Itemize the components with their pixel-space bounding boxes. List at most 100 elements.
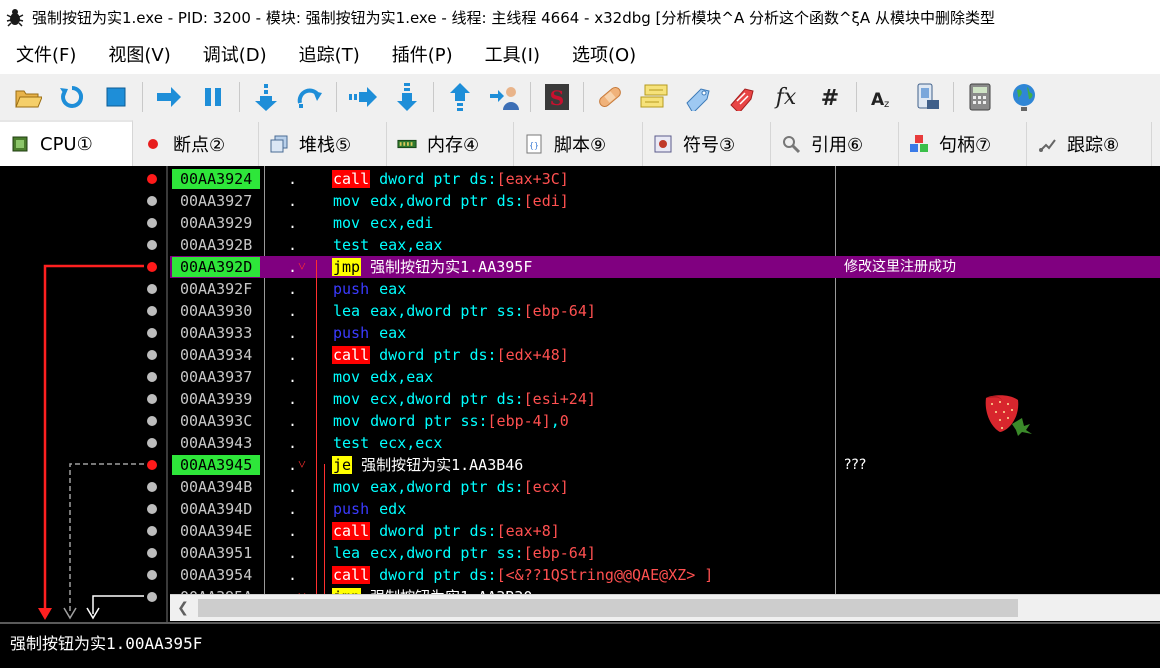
disassembly-row[interactable]: 00AA3934. call dword ptr ds:[edx+48] xyxy=(170,344,1160,366)
disassembly-row[interactable]: 00AA3951. lea ecx,dword ptr ss:[ebp-64] xyxy=(170,542,1160,564)
label-icon[interactable] xyxy=(682,81,714,113)
open-icon[interactable] xyxy=(12,81,44,113)
horizontal-scrollbar[interactable]: ❮ xyxy=(170,594,1160,621)
breakpoint-slot[interactable] xyxy=(147,416,157,426)
operand: ds: xyxy=(496,192,524,210)
disassembly-row[interactable]: 00AA392D. ˅ jmp 强制按钮为实1.AA395F 修改这里注册成功 xyxy=(170,256,1160,278)
instruction-marker: . xyxy=(288,390,298,408)
trace-into-icon[interactable] xyxy=(347,81,379,113)
operand: edx,eax xyxy=(370,368,434,386)
breakpoint-slot[interactable] xyxy=(147,526,157,536)
tab-breakpoints[interactable]: 断点② xyxy=(133,122,259,166)
scylla-icon[interactable]: S xyxy=(541,81,573,113)
operand: eax,dword ptr xyxy=(370,302,497,320)
tab-references[interactable]: 引用⑥ xyxy=(771,122,899,166)
menu-plugins[interactable]: 插件(P) xyxy=(376,41,469,67)
breakpoint-slot[interactable] xyxy=(147,350,157,360)
bookmark-icon[interactable] xyxy=(726,81,758,113)
scroll-left-icon[interactable]: ❮ xyxy=(170,595,196,621)
pause-icon[interactable] xyxy=(197,81,229,113)
disassembly-row[interactable]: 00AA3954. call dword ptr ds:[<&??1QString… xyxy=(170,564,1160,586)
menu-file[interactable]: 文件(F) xyxy=(0,41,92,67)
tab-handles[interactable]: 句柄⑦ xyxy=(899,122,1027,166)
instruction-address: 00AA393C xyxy=(180,412,253,430)
step-over-icon[interactable] xyxy=(294,81,326,113)
breakpoint-slot[interactable] xyxy=(147,504,157,514)
menu-trace[interactable]: 追踪(T) xyxy=(283,41,376,67)
globe-icon[interactable] xyxy=(1008,81,1040,113)
breakpoint-slot[interactable] xyxy=(147,592,157,602)
breakpoint-slot[interactable] xyxy=(147,284,157,294)
disassembly-view[interactable]: 00AA3924. call dword ptr ds:[eax+3C] 00AA3… xyxy=(0,166,1160,622)
menu-view[interactable]: 视图(V) xyxy=(92,41,186,67)
disassembly-row[interactable]: 00AA392B. test eax,eax xyxy=(170,234,1160,256)
breakpoint-slot[interactable] xyxy=(147,548,157,558)
calculator-icon[interactable] xyxy=(964,81,996,113)
restart-icon[interactable] xyxy=(56,81,88,113)
tab-script[interactable]: {} 脚本⑨ xyxy=(514,122,643,166)
disassembly-row[interactable]: 00AA394B. mov eax,dword ptr ds:[ecx] xyxy=(170,476,1160,498)
device-icon[interactable] xyxy=(911,81,943,113)
breakpoint-slot[interactable] xyxy=(147,394,157,404)
run-icon[interactable] xyxy=(153,81,185,113)
function-icon[interactable]: fx xyxy=(770,81,802,113)
disassembly-row[interactable]: 00AA3945. ˅ je 强制按钮为实1.AA3B46??? xyxy=(170,454,1160,476)
breakpoint-slot[interactable] xyxy=(147,372,157,382)
disassembly-row[interactable]: 00AA3929. mov ecx,edi xyxy=(170,212,1160,234)
disassembly-row[interactable]: 00AA3924. call dword ptr ds:[eax+3C] xyxy=(170,168,1160,190)
instruction-address: 00AA3930 xyxy=(180,302,253,320)
menu-bar: 文件(F) 视图(V) 调试(D) 追踪(T) 插件(P) 工具(I) 选项(O… xyxy=(0,34,1160,74)
tab-cpu[interactable]: CPU① xyxy=(0,120,133,166)
branch-gutter[interactable] xyxy=(0,166,168,622)
mnemonic: test xyxy=(333,236,370,254)
step-into-icon[interactable] xyxy=(250,81,282,113)
menu-tools[interactable]: 工具(I) xyxy=(469,41,556,67)
instruction-marker: . xyxy=(288,192,298,210)
tab-label: 内存④ xyxy=(427,135,480,156)
disassembly-row[interactable]: 00AA392F. push eax xyxy=(170,278,1160,300)
hash-icon[interactable]: # xyxy=(814,81,846,113)
command-bar[interactable]: 强制按钮为实1.00AA395F xyxy=(0,622,1160,668)
disassembly-rows[interactable]: 00AA3924. call dword ptr ds:[eax+3C] 00AA3… xyxy=(170,166,1160,596)
instruction-text: call dword ptr ds:[<&??1QString@@QAE@XZ>… xyxy=(332,564,713,586)
tab-trace[interactable]: 跟踪⑧ xyxy=(1027,122,1152,166)
mnemonic: mov xyxy=(333,192,361,210)
menu-options[interactable]: 选项(O) xyxy=(556,41,652,67)
tab-stack[interactable]: 堆栈⑤ xyxy=(259,122,387,166)
breakpoint-slot[interactable] xyxy=(147,328,157,338)
breakpoint-slot[interactable] xyxy=(147,438,157,448)
run-to-user-code-icon[interactable] xyxy=(488,81,520,113)
stop-icon[interactable] xyxy=(100,81,132,113)
breakpoint-slot[interactable] xyxy=(147,196,157,206)
menu-debug[interactable]: 调试(D) xyxy=(187,41,283,67)
instruction-address: 00AA3954 xyxy=(180,566,253,584)
mnemonic: push xyxy=(333,280,370,298)
breakpoint-dot[interactable] xyxy=(147,460,157,470)
patch-icon[interactable] xyxy=(594,81,626,113)
disassembly-row[interactable]: 00AA3927. mov edx,dword ptr ds:[edi] xyxy=(170,190,1160,212)
breakpoint-slot[interactable] xyxy=(147,570,157,580)
instruction-marker: . xyxy=(288,544,298,562)
execute-till-return-icon[interactable] xyxy=(444,81,476,113)
comment-icon[interactable] xyxy=(638,81,670,113)
disassembly-row[interactable]: 00AA394D. push edx xyxy=(170,498,1160,520)
tab-label: 句柄⑦ xyxy=(939,135,992,156)
operand: [eax+8] xyxy=(496,522,560,540)
disassembly-row[interactable]: 00AA3937. mov edx,eax xyxy=(170,366,1160,388)
breakpoint-slot[interactable] xyxy=(147,240,157,250)
disassembly-row[interactable]: 00AA3933. push eax xyxy=(170,322,1160,344)
breakpoint-slot[interactable] xyxy=(147,482,157,492)
breakpoint-slot[interactable] xyxy=(147,218,157,228)
breakpoint-dot[interactable] xyxy=(147,174,157,184)
tab-memory[interactable]: 内存④ xyxy=(387,122,514,166)
scrollbar-thumb[interactable] xyxy=(198,599,1018,617)
tab-symbols[interactable]: 符号③ xyxy=(643,122,771,166)
trace-over-icon[interactable] xyxy=(391,81,423,113)
instruction-address: 00AA3929 xyxy=(180,214,253,232)
instruction-text: call dword ptr ds:[edx+48] xyxy=(332,344,569,366)
breakpoint-dot[interactable] xyxy=(147,262,157,272)
breakpoint-slot[interactable] xyxy=(147,306,157,316)
disassembly-row[interactable]: 00AA394E. call dword ptr ds:[eax+8] xyxy=(170,520,1160,542)
disassembly-row[interactable]: 00AA3930. lea eax,dword ptr ss:[ebp-64] xyxy=(170,300,1160,322)
font-size-icon[interactable]: Az xyxy=(867,81,899,113)
